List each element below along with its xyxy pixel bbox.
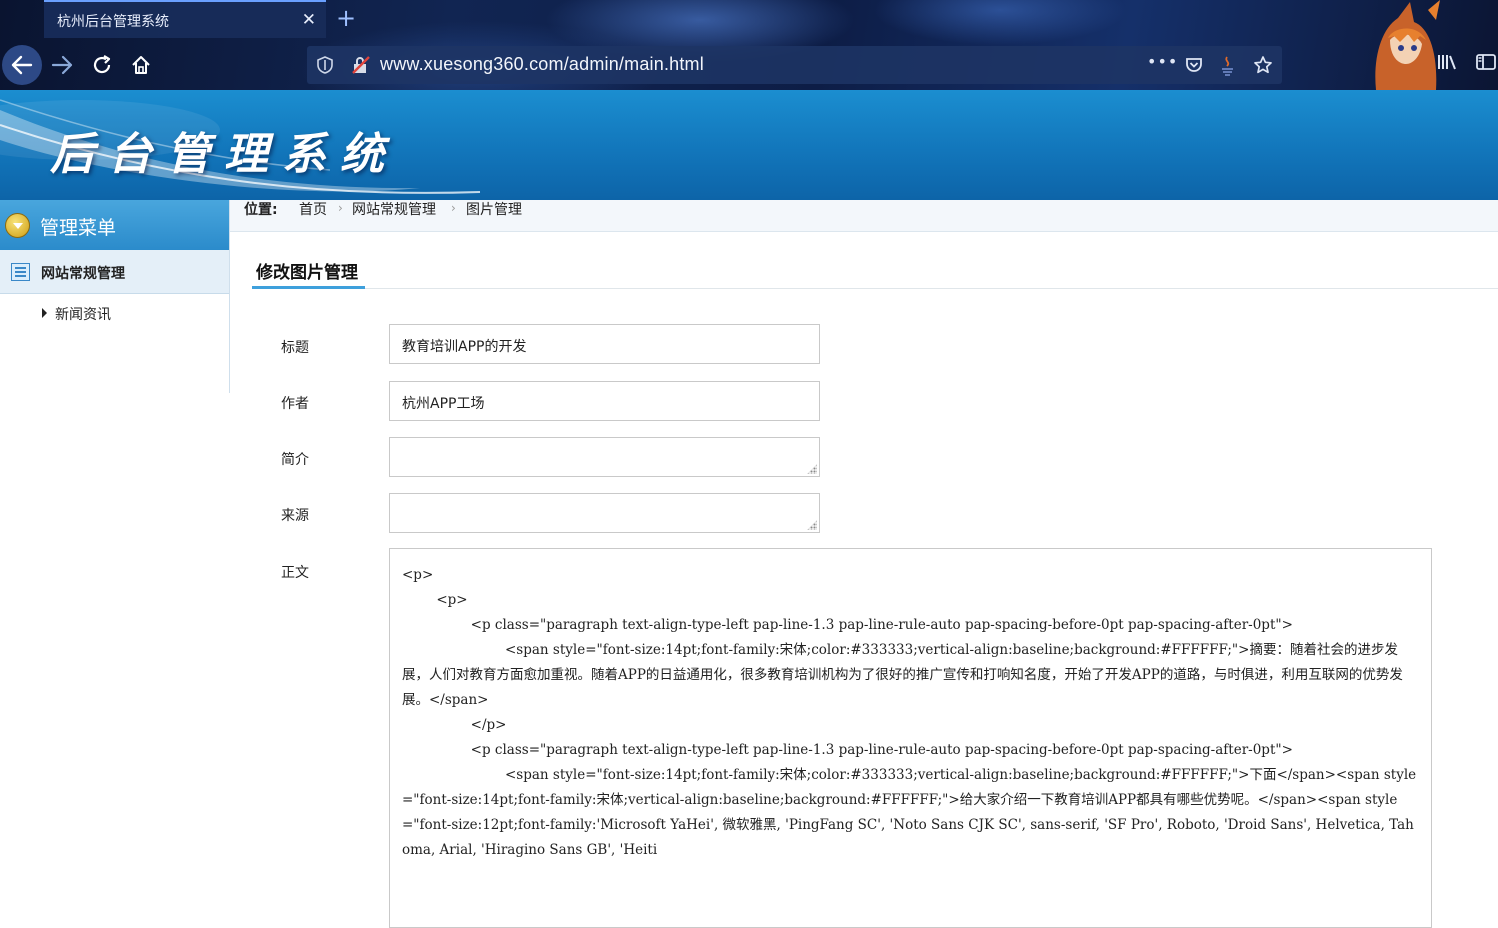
breadcrumb: 位置: 首页 › 网站常规管理 › 图片管理 [230,200,1498,232]
title-divider [252,288,1498,289]
pocket-icon[interactable] [1184,55,1204,79]
title-underline [252,286,365,289]
reload-icon[interactable] [85,48,119,82]
author-input[interactable]: 杭州APP工场 [389,381,820,421]
java-icon[interactable] [1219,55,1237,81]
theme-mascot-image [1368,0,1448,90]
url-text[interactable]: www.xuesong360.com/admin/main.html [380,54,704,75]
admin-header: 后台管理系统 [0,90,1498,200]
sidebar-group-site-management[interactable]: 网站常规管理 [0,250,230,294]
sidebar-icon[interactable] [1475,52,1497,76]
insecure-lock-icon[interactable] [351,55,371,79]
new-tab-icon[interactable]: + [336,4,356,32]
shield-icon[interactable] [316,55,334,79]
site-logo-text: 后台管理系统 [50,129,398,180]
resize-handle-icon[interactable] [807,520,817,530]
home-icon[interactable] [124,48,158,82]
sidebar-item-news[interactable]: 新闻资讯 [42,304,111,324]
body-textarea[interactable]: <p> <p> <p class="paragraph text-align-t… [389,548,1432,928]
breadcrumb-home-link[interactable]: 首页 [299,199,327,219]
browser-tab[interactable]: 杭州后台管理系统 ✕ [44,0,326,38]
summary-textarea[interactable] [389,437,820,477]
menu-header-label: 管理菜单 [40,217,117,239]
title-input[interactable]: 教育培训APP的开发 [389,324,820,364]
sidebar-item-label: 新闻资讯 [55,307,111,323]
breadcrumb-separator: › [338,201,343,215]
breadcrumb-current: 图片管理 [466,202,522,218]
sidebar: 管理菜单 网站常规管理 新闻资讯 [0,200,230,913]
list-icon [11,263,30,281]
tab-title: 杭州后台管理系统 [57,14,169,30]
caret-right-icon [42,308,47,318]
sidebar-group-label: 网站常规管理 [41,266,125,282]
resize-handle-icon[interactable] [807,464,817,474]
summary-label: 简介 [281,452,309,468]
source-textarea[interactable] [389,493,820,533]
library-icon[interactable] [1436,52,1458,76]
browser-chrome: 杭州后台管理系统 ✕ + www.xuesong360.com/admin/ma… [0,0,1498,90]
chevron-down-circle-icon [5,213,30,238]
page-actions-icon[interactable]: ••• [1147,52,1178,71]
body-source-code: <p> <p> <p class="paragraph text-align-t… [402,567,1417,858]
author-label: 作者 [281,396,309,412]
source-label: 来源 [281,508,309,524]
star-icon[interactable] [1253,55,1273,79]
breadcrumb-separator: › [451,201,456,215]
page-title: 修改图片管理 [256,263,358,283]
title-label: 标题 [281,340,309,356]
breadcrumb-site-management-link[interactable]: 网站常规管理 [352,199,436,219]
back-arrow-icon[interactable] [2,45,42,85]
close-tab-icon[interactable]: ✕ [302,10,316,30]
url-bar[interactable]: www.xuesong360.com/admin/main.html ••• [307,46,1282,84]
body-label: 正文 [281,565,309,581]
menu-header[interactable]: 管理菜单 [0,200,230,250]
forward-arrow-icon[interactable] [45,48,79,82]
breadcrumb-label: 位置: [244,202,278,218]
